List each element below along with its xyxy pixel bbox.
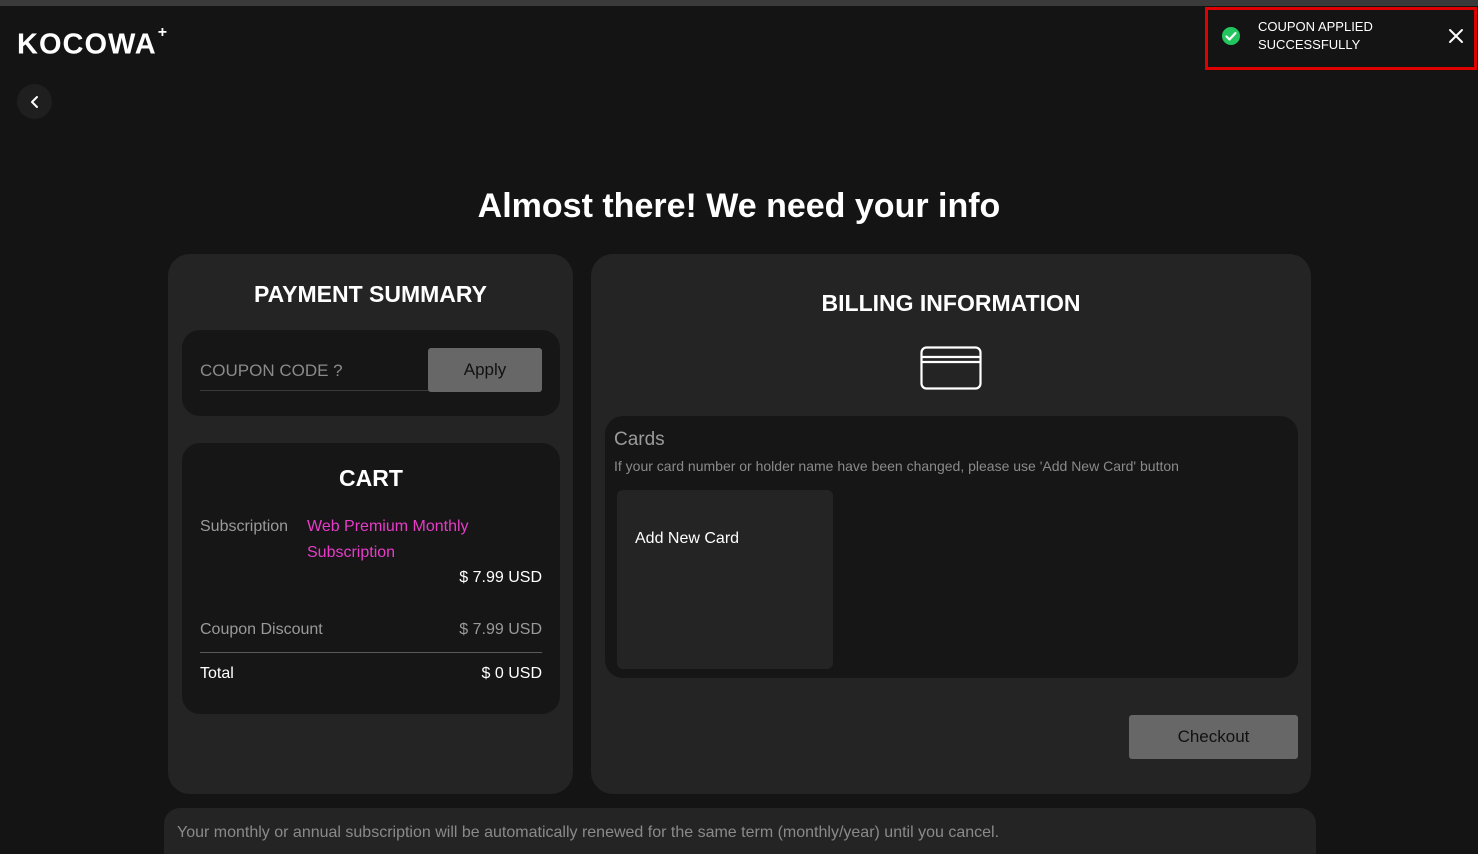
cards-title: Cards [614, 429, 665, 450]
coupon-success-toast: COUPON APPLIED SUCCESSFULLY [1205, 7, 1477, 70]
checkout-page: KOCOWA+ COUPON APPLIED SUCCESSFULLY Almo… [0, 0, 1478, 854]
coupon-discount-label: Coupon Discount [200, 621, 323, 638]
cards-section: Cards If your card number or holder name… [605, 416, 1298, 678]
renewal-notice: Your monthly or annual subscription will… [164, 808, 1316, 854]
window-top-border [0, 0, 1478, 6]
toast-message-line2: SUCCESSFULLY [1258, 37, 1361, 52]
subscription-price: $ 7.99 USD [459, 569, 542, 586]
toast-message-line1: COUPON APPLIED [1258, 19, 1373, 34]
coupon-discount-value: $ 7.99 USD [459, 621, 542, 638]
add-new-card-label: Add New Card [635, 530, 740, 547]
logo-plus: + [157, 24, 169, 41]
cart-title: CART [339, 465, 403, 491]
renewal-notice-text: Your monthly or annual subscription will… [177, 824, 1000, 841]
subscription-label: Subscription [200, 518, 289, 535]
billing-information-panel: BILLING INFORMATION Cards If your card n… [591, 254, 1311, 794]
close-icon[interactable] [1446, 26, 1466, 46]
subscription-name: Web Premium Monthly Subscription [307, 518, 469, 561]
check-circle-icon [1222, 27, 1240, 45]
chevron-left-icon [30, 95, 38, 108]
payment-summary-heading: PAYMENT SUMMARY [254, 281, 487, 307]
cart-section: CART Subscription Web Premium Monthly Su… [182, 443, 560, 714]
back-button[interactable] [17, 84, 52, 119]
cards-help-text: If your card number or holder name have … [614, 458, 1179, 474]
apply-coupon-button[interactable]: Apply [428, 348, 542, 392]
kocowa-logo[interactable]: KOCOWA+ [17, 22, 168, 62]
page-title: Almost there! We need your info [477, 187, 1001, 225]
add-new-card-button[interactable]: Add New Card [617, 490, 833, 669]
credit-card-icon [920, 346, 982, 390]
toast-message: COUPON APPLIED SUCCESSFULLY [1258, 18, 1428, 54]
total-label: Total [200, 665, 234, 682]
logo-text: KOCOWA [17, 28, 157, 61]
total-value: $ 0 USD [481, 665, 542, 682]
payment-summary-panel: PAYMENT SUMMARY Apply CART Subscription … [168, 254, 573, 794]
cart-divider [200, 652, 542, 653]
checkout-button[interactable]: Checkout [1129, 715, 1298, 759]
coupon-section: Apply [182, 330, 560, 416]
coupon-code-input[interactable] [200, 352, 430, 391]
billing-information-heading: BILLING INFORMATION [821, 290, 1081, 316]
